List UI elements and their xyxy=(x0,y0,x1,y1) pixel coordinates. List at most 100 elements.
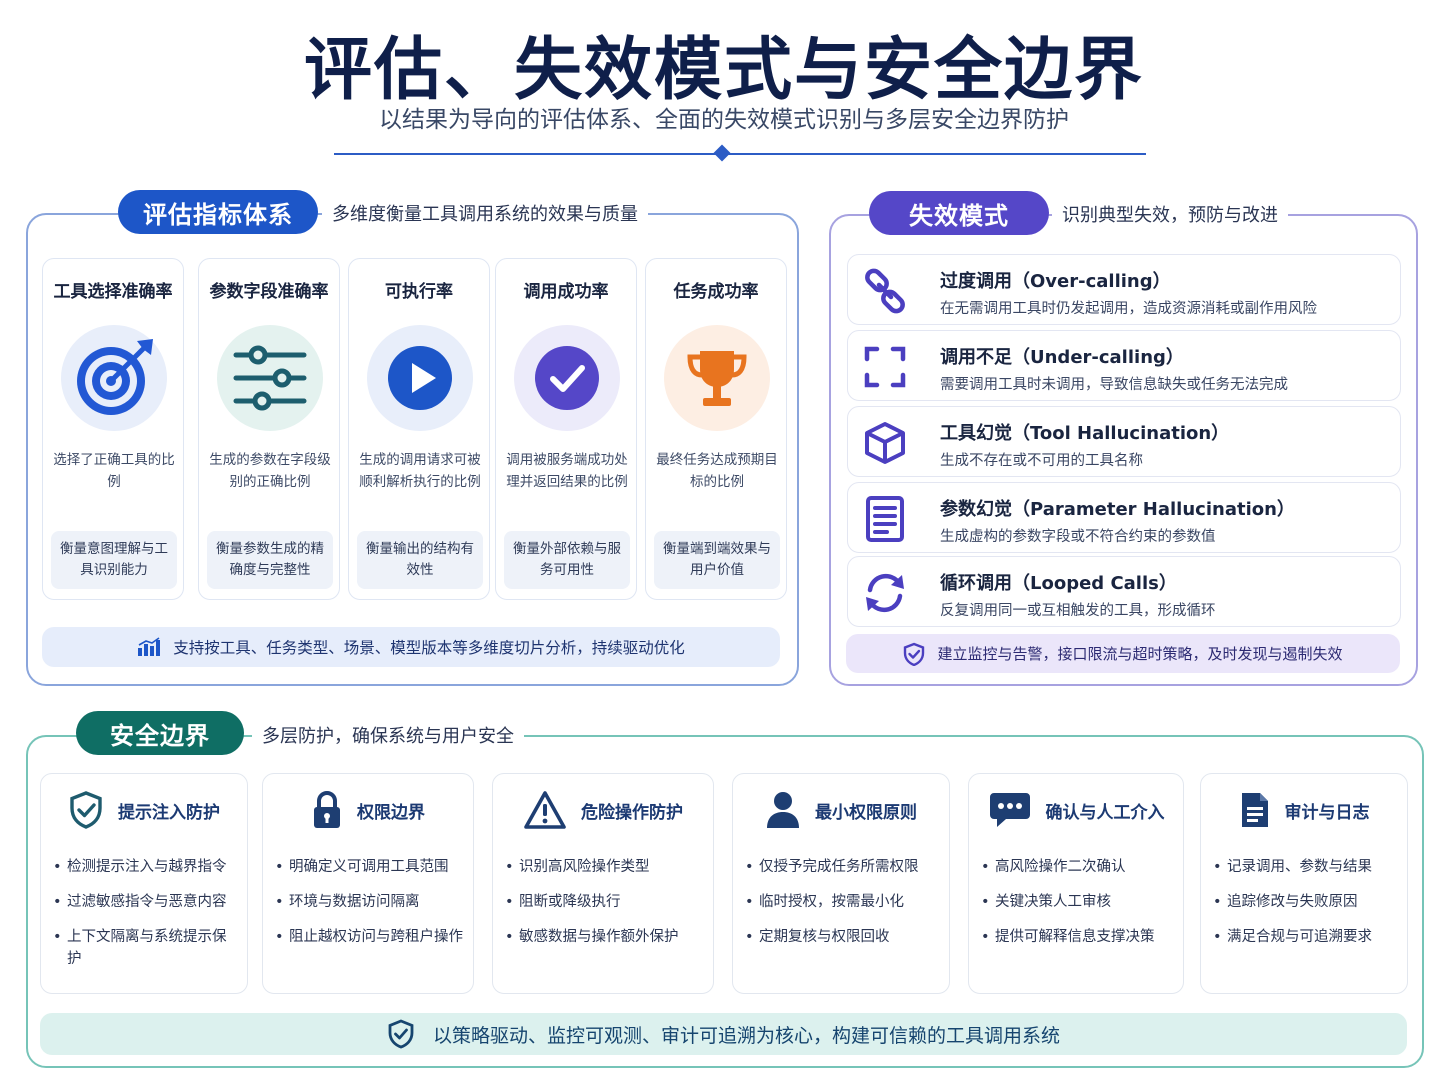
safety-section-description: 多层防护，确保系统与用户安全 xyxy=(252,722,524,748)
lock-icon xyxy=(314,791,340,828)
metric-card-parameter-accuracy: 参数字段准确率 生成的参数在字段级别的正确比例 衡量参数生成的精确度与完整性 xyxy=(198,258,340,600)
list-item: 仅授予完成任务所需权限 xyxy=(745,856,941,878)
list-item: 敏感数据与操作额外保护 xyxy=(505,926,705,948)
list-item: 识别高风险操作类型 xyxy=(505,856,705,878)
failure-title: 调用不足（Under-calling） xyxy=(940,347,1184,368)
evaluation-footer: 支持按工具、任务类型、场景、模型版本等多维度切片分析，持续驱动优化 xyxy=(42,627,780,667)
metric-measure: 衡量外部依赖与服务可用性 xyxy=(504,531,630,589)
failure-item-tool-hallucination: 工具幻觉（Tool Hallucination） 生成不存在或不可用的工具名称 xyxy=(847,406,1401,477)
trophy-icon xyxy=(664,325,770,431)
failure-description: 生成虚构的参数字段或不符合约束的参数值 xyxy=(940,529,1216,545)
safety-card-dangerous-operation: 危险操作防护 识别高风险操作类型 阻断或降级执行 敏感数据与操作额外保护 xyxy=(492,773,714,994)
shield-check-icon xyxy=(388,1019,414,1049)
failure-description: 生成不存在或不可用的工具名称 xyxy=(940,453,1143,469)
metric-title: 工具选择准确率 xyxy=(53,282,173,302)
failure-title: 参数幻觉（Parameter Hallucination） xyxy=(940,499,1295,520)
metric-description: 生成的参数在字段级别的正确比例 xyxy=(209,452,331,490)
metric-measure: 衡量端到端效果与用户价值 xyxy=(654,531,780,589)
failure-title: 工具幻觉（Tool Hallucination） xyxy=(940,423,1230,444)
safety-card-list: 明确定义可调用工具范围 环境与数据访问隔离 阻止越权访问与跨租户操作 xyxy=(275,856,465,961)
list-item: 上下文隔离与系统提示保护 xyxy=(53,926,239,970)
failure-footer-text: 建立监控与告警，接口限流与超时策略，及时发现与遏制失效 xyxy=(937,645,1343,663)
metric-title: 调用成功率 xyxy=(523,282,609,302)
metric-description: 选择了正确工具的比例 xyxy=(53,452,175,490)
list-item: 定期复核与权限回收 xyxy=(745,926,941,948)
chat-icon xyxy=(989,793,1030,827)
shield-check-icon xyxy=(904,642,925,666)
metric-measure: 衡量参数生成的精确度与完整性 xyxy=(207,531,333,589)
list-item: 检测提示注入与越界指令 xyxy=(53,856,239,878)
list-item: 高风险操作二次确认 xyxy=(981,856,1175,878)
evaluation-section-label: 评估指标体系 xyxy=(118,190,318,234)
metric-title: 可执行率 xyxy=(385,282,453,302)
safety-card-confirmation: 确认与人工介入 高风险操作二次确认 关键决策人工审核 提供可解释信息支撑决策 xyxy=(968,773,1184,994)
metric-title: 任务成功率 xyxy=(673,282,759,302)
safety-footer: 以策略驱动、监控可观测、审计可追溯为核心，构建可信赖的工具调用系统 xyxy=(40,1013,1407,1055)
sliders-icon xyxy=(217,325,323,431)
failure-item-looped-calls: 循环调用（Looped Calls） 反复调用同一或互相触发的工具，形成循环 xyxy=(847,556,1401,627)
failure-description: 反复调用同一或互相触发的工具，形成循环 xyxy=(940,603,1216,619)
safety-card-audit-log: 审计与日志 记录调用、参数与结果 追踪修改与失败原因 满足合规与可追溯要求 xyxy=(1200,773,1408,994)
list-item: 临时授权，按需最小化 xyxy=(745,891,941,913)
safety-card-list: 记录调用、参数与结果 追踪修改与失败原因 满足合规与可追溯要求 xyxy=(1213,856,1399,961)
safety-card-title: 确认与人工介入 xyxy=(1045,802,1165,823)
safety-section-label: 安全边界 xyxy=(76,711,244,755)
safety-card-title: 审计与日志 xyxy=(1284,802,1370,823)
loop-icon xyxy=(862,570,908,616)
metric-card-task-success-rate: 任务成功率 最终任务达成预期目标的比例 衡量端到端效果与用户价值 xyxy=(645,258,787,600)
evaluation-section-description: 多维度衡量工具调用系统的效果与质量 xyxy=(322,200,648,226)
check-icon xyxy=(514,325,620,431)
metric-measure: 衡量意图理解与工具识别能力 xyxy=(51,531,177,589)
page-subtitle: 以结果为导向的评估体系、全面的失效模式识别与多层安全边界防护 xyxy=(379,107,1069,133)
shield-check-icon xyxy=(70,791,102,829)
safety-card-list: 识别高风险操作类型 阻断或降级执行 敏感数据与操作额外保护 xyxy=(505,856,705,961)
link-icon xyxy=(862,268,908,314)
failure-description: 需要调用工具时未调用，导致信息缺失或任务无法完成 xyxy=(940,377,1288,393)
list-item: 追踪修改与失败原因 xyxy=(1213,891,1399,913)
metric-description: 生成的调用请求可被顺利解析执行的比例 xyxy=(359,452,481,490)
metric-measure: 衡量输出的结构有效性 xyxy=(357,531,483,589)
document-icon xyxy=(862,496,908,542)
list-item: 明确定义可调用工具范围 xyxy=(275,856,465,878)
metric-title: 参数字段准确率 xyxy=(209,282,329,302)
target-icon xyxy=(61,325,167,431)
safety-card-list: 高风险操作二次确认 关键决策人工审核 提供可解释信息支撑决策 xyxy=(981,856,1175,961)
failure-title: 循环调用（Looped Calls） xyxy=(940,573,1177,594)
safety-card-prompt-injection: 提示注入防护 检测提示注入与越界指令 过滤敏感指令与恶意内容 上下文隔离与系统提… xyxy=(40,773,248,994)
safety-card-title: 提示注入防护 xyxy=(118,802,220,823)
list-item: 满足合规与可追溯要求 xyxy=(1213,926,1399,948)
page-title: 评估、失效模式与安全边界 xyxy=(303,31,1144,110)
failure-title: 过度调用（Over-calling） xyxy=(940,271,1171,292)
play-icon xyxy=(367,325,473,431)
frame-icon xyxy=(862,344,908,390)
failure-description: 在无需调用工具时仍发起调用，造成资源消耗或副作用风险 xyxy=(940,301,1317,317)
safety-footer-text: 以策略驱动、监控可观测、审计可追溯为核心，构建可信赖的工具调用系统 xyxy=(432,1024,1060,1047)
log-icon xyxy=(1241,793,1268,827)
metric-card-tool-selection: 工具选择准确率 选择了正确工具的比例 衡量意图理解与工具识别能力 xyxy=(42,258,184,600)
safety-card-list: 仅授予完成任务所需权限 临时授权，按需最小化 定期复核与权限回收 xyxy=(745,856,941,961)
failure-section-description: 识别典型失效，预防与改进 xyxy=(1052,201,1288,227)
cube-icon xyxy=(862,420,908,466)
failure-footer: 建立监控与告警，接口限流与超时策略，及时发现与遏制失效 xyxy=(846,634,1400,673)
safety-card-permission-boundary: 权限边界 明确定义可调用工具范围 环境与数据访问隔离 阻止越权访问与跨租户操作 xyxy=(262,773,474,994)
list-item: 环境与数据访问隔离 xyxy=(275,891,465,913)
warning-icon xyxy=(524,791,566,829)
metric-card-call-success-rate: 调用成功率 调用被服务端成功处理并返回结果的比例 衡量外部依赖与服务可用性 xyxy=(495,258,637,600)
list-item: 过滤敏感指令与恶意内容 xyxy=(53,891,239,913)
failure-item-over-calling: 过度调用（Over-calling） 在无需调用工具时仍发起调用，造成资源消耗或… xyxy=(847,254,1401,325)
title-divider xyxy=(334,153,1146,155)
metric-description: 最终任务达成预期目标的比例 xyxy=(656,452,778,490)
list-item: 阻止越权访问与跨租户操作 xyxy=(275,926,465,948)
safety-card-least-privilege: 最小权限原则 仅授予完成任务所需权限 临时授权，按需最小化 定期复核与权限回收 xyxy=(732,773,950,994)
list-item: 记录调用、参数与结果 xyxy=(1213,856,1399,878)
safety-card-title: 最小权限原则 xyxy=(815,802,917,823)
list-item: 关键决策人工审核 xyxy=(981,891,1175,913)
failure-section-label: 失效模式 xyxy=(869,191,1049,235)
user-icon xyxy=(767,792,799,828)
evaluation-footer-text: 支持按工具、任务类型、场景、模型版本等多维度切片分析，持续驱动优化 xyxy=(173,639,685,657)
metric-description: 调用被服务端成功处理并返回结果的比例 xyxy=(506,452,628,490)
safety-card-title: 危险操作防护 xyxy=(581,802,683,823)
safety-card-title: 权限边界 xyxy=(357,802,425,823)
divider-diamond xyxy=(713,144,731,162)
safety-card-list: 检测提示注入与越界指令 过滤敏感指令与恶意内容 上下文隔离与系统提示保护 xyxy=(53,856,239,983)
